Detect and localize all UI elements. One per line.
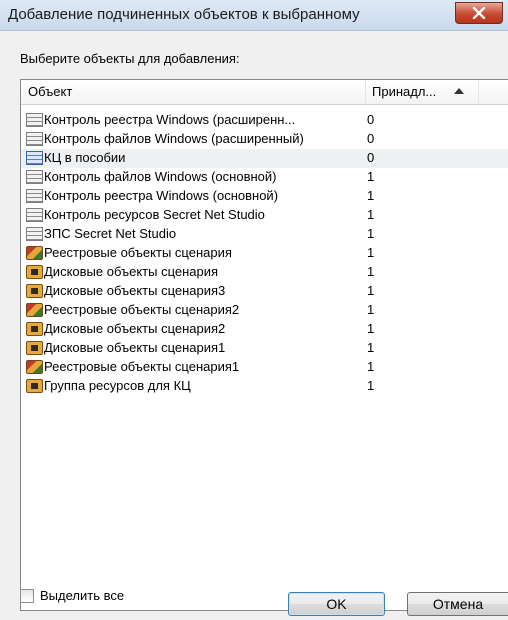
list-item-belonging: 1 <box>367 264 375 279</box>
window-title: Добавление подчиненных объектов к выбран… <box>8 6 360 23</box>
list-item-name: Дисковые объекты сценария2 <box>44 321 226 336</box>
list-item[interactable]: Дисковые объекты сценария1 1 <box>21 339 508 358</box>
column-header-object-label: Объект <box>28 84 73 99</box>
ok-button[interactable]: OK <box>288 592 385 616</box>
list-item-name: Контроль файлов Windows (расширенный) <box>44 131 304 146</box>
list-item-name: КЦ в пособии <box>44 150 126 165</box>
list-item[interactable]: Дисковые объекты сценария2 1 <box>21 320 508 339</box>
list-item-belonging: 0 <box>367 131 375 146</box>
list-item[interactable]: Группа ресурсов для КЦ 1 <box>21 377 508 396</box>
list-item-name: Дисковые объекты сценария3 <box>44 283 226 298</box>
list-item-name: Дисковые объекты сценария1 <box>44 340 226 355</box>
list-header: Объект Принадл... <box>21 80 508 105</box>
list-icon <box>26 170 43 184</box>
list-item-belonging: 1 <box>367 207 375 222</box>
list-icon <box>26 208 43 222</box>
list-icon <box>26 113 43 127</box>
column-header-object[interactable]: Объект <box>21 80 366 104</box>
column-header-belonging[interactable]: Принадл... <box>366 80 479 104</box>
registry-icon <box>26 303 43 317</box>
list-item[interactable]: Дисковые объекты сценария3 1 <box>21 282 508 301</box>
list-item-name: Реестровые объекты сценария <box>44 245 232 260</box>
list-item-belonging: 1 <box>367 359 375 374</box>
list-icon <box>26 189 43 203</box>
list-item[interactable]: КЦ в пособии 0 <box>21 149 508 168</box>
column-header-belonging-label: Принадл... <box>372 84 437 99</box>
disk-icon <box>26 265 43 279</box>
list-item-name: Контроль реестра Windows (расширенн... <box>44 112 296 127</box>
list-item-name: Контроль ресурсов Secret Net Studio <box>44 207 265 222</box>
list-item-belonging: 0 <box>367 112 375 127</box>
registry-icon <box>26 246 43 260</box>
list-item-name: Реестровые объекты сценария2 <box>44 302 240 317</box>
select-all-label[interactable]: Выделить все <box>40 588 124 603</box>
disk-icon <box>26 379 43 393</box>
list-item-name: Контроль файлов Windows (основной) <box>44 169 277 184</box>
sort-ascending-icon <box>454 88 464 94</box>
list-item[interactable]: Контроль реестра Windows (основной) 1 <box>21 187 508 206</box>
list-item[interactable]: Контроль файлов Windows (основной) 1 <box>21 168 508 187</box>
list-item-name: Дисковые объекты сценария <box>44 264 219 279</box>
list-item-belonging: 1 <box>367 169 375 184</box>
cancel-button[interactable]: Отмена <box>407 592 508 616</box>
list-item[interactable]: Реестровые объекты сценария1 1 <box>21 358 508 377</box>
list-item-belonging: 1 <box>367 321 375 336</box>
list-item-belonging: 0 <box>367 150 375 165</box>
close-button[interactable] <box>455 2 503 24</box>
list-item[interactable]: Реестровые объекты сценария2 1 <box>21 301 508 320</box>
list-item[interactable]: Реестровые объекты сценария 1 <box>21 244 508 263</box>
list-item-name: ЗПС Secret Net Studio <box>44 226 177 241</box>
list-item[interactable]: Контроль файлов Windows (расширенный) 0 <box>21 130 508 149</box>
list-item-belonging: 1 <box>367 283 375 298</box>
list-item-name: Группа ресурсов для КЦ <box>44 378 191 393</box>
list-item[interactable]: Дисковые объекты сценария 1 <box>21 263 508 282</box>
list-item-name: Контроль реестра Windows (основной) <box>44 188 279 203</box>
list-item[interactable]: Контроль ресурсов Secret Net Studio 1 <box>21 206 508 225</box>
disk-icon <box>26 341 43 355</box>
title-bar[interactable]: Добавление подчиненных объектов к выбран… <box>0 0 508 31</box>
disk-icon <box>26 284 43 298</box>
list-item-name: Реестровые объекты сценария1 <box>44 359 240 374</box>
list-item-belonging: 1 <box>367 245 375 260</box>
list-icon <box>26 132 43 146</box>
list-rows: Контроль реестра Windows (расширенн... 0 К… <box>21 111 508 396</box>
list-item-belonging: 1 <box>367 340 375 355</box>
list-icon <box>26 151 43 165</box>
dialog-body: Выберите объекты для добавления: Объект … <box>0 31 508 620</box>
list-item-belonging: 1 <box>367 188 375 203</box>
registry-icon <box>26 360 43 374</box>
close-icon <box>472 7 486 19</box>
disk-icon <box>26 322 43 336</box>
list-item-belonging: 1 <box>367 302 375 317</box>
select-all-checkbox[interactable] <box>20 589 34 603</box>
list-item-belonging: 1 <box>367 378 375 393</box>
objects-list[interactable]: Объект Принадл... Контроль реестра Windo… <box>20 79 508 611</box>
list-item[interactable]: ЗПС Secret Net Studio 1 <box>21 225 508 244</box>
list-icon <box>26 227 43 241</box>
list-item[interactable]: Контроль реестра Windows (расширенн... 0 <box>21 111 508 130</box>
prompt-label: Выберите объекты для добавления: <box>20 51 240 66</box>
list-item-belonging: 1 <box>367 226 375 241</box>
